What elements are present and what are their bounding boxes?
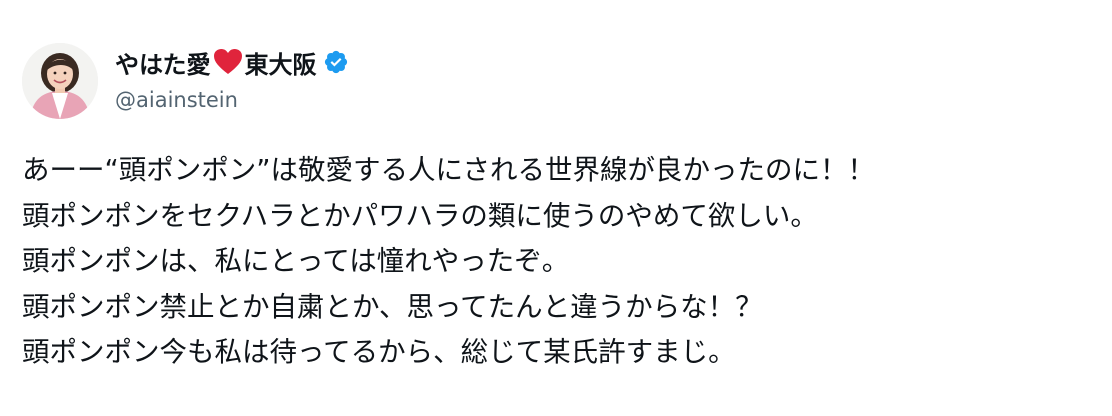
tweet-line: 頭ポンポンをセクハラとかパワハラの類に使うのやめて欲しい。 bbox=[22, 199, 818, 232]
display-name-suffix: 東大阪 bbox=[244, 50, 317, 79]
tweet-card: やはた愛 東大阪 @aiainstein あーー“頭ポンポン”は敬愛する人にされ… bbox=[0, 0, 1112, 416]
avatar-photo bbox=[22, 43, 98, 119]
tweet-line: 頭ポンポンは、私にとっては憧れやったぞ。 bbox=[22, 245, 570, 277]
tweet-line: あーー“頭ポンポン”は敬愛する人にされる世界線が良かったのに！！ bbox=[22, 154, 875, 186]
tweet-line: 頭ポンポン今も私は待ってるから、総じて某氏許すまじ。 bbox=[22, 336, 736, 368]
tweet-line: 頭ポンポン禁止とか自粛とか、思ってたんと違うからな！？ bbox=[22, 290, 763, 323]
red-heart-icon bbox=[213, 48, 243, 76]
tweet-text: あーー“頭ポンポン”は敬愛する人にされる世界線が良かったのに！！ 頭ポンポンをセ… bbox=[22, 148, 1092, 376]
avatar[interactable] bbox=[22, 43, 98, 119]
author-handle[interactable]: @aiainstein bbox=[115, 88, 238, 112]
author-name-row[interactable]: やはた愛 東大阪 bbox=[115, 44, 349, 80]
verified-badge-icon[interactable] bbox=[323, 49, 349, 75]
display-name-prefix: やはた愛 bbox=[115, 50, 211, 79]
